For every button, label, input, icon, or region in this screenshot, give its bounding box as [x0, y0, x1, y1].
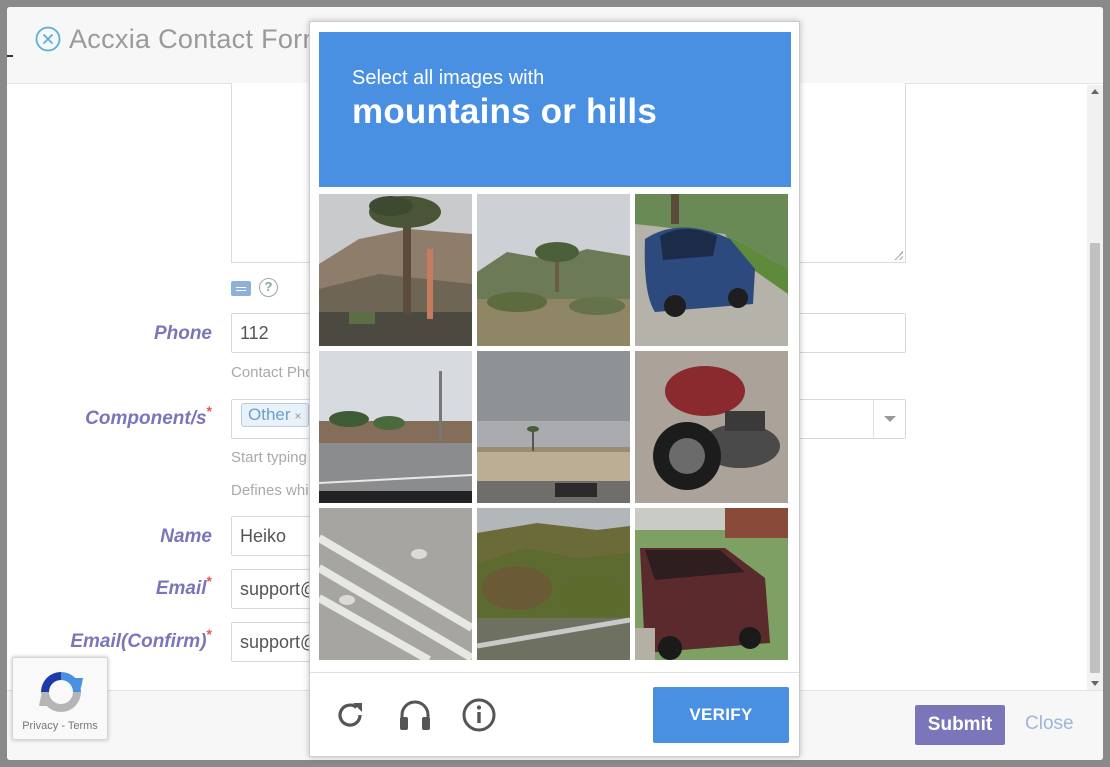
recaptcha-badge[interactable]: Privacy - Terms [12, 657, 108, 740]
captcha-tile-9[interactable] [635, 508, 788, 660]
scroll-up-icon[interactable] [1091, 89, 1099, 94]
chevron-down-icon[interactable] [873, 399, 905, 439]
captcha-tile-7[interactable] [319, 508, 472, 660]
captcha-tile-4[interactable] [319, 351, 472, 503]
captcha-instruction: Select all images with [352, 67, 545, 89]
captcha-tile-3[interactable] [635, 194, 788, 346]
resize-grip-icon[interactable] [894, 251, 903, 260]
captcha-instruction-header: Select all images with mountains or hill… [319, 32, 791, 187]
name-label: Name [160, 526, 212, 547]
verify-button[interactable]: VERIFY [653, 687, 789, 743]
captcha-tile-2[interactable] [477, 194, 630, 346]
component-label: Component/s* [85, 403, 212, 429]
info-icon[interactable] [461, 697, 497, 733]
captcha-target: mountains or hills [352, 92, 658, 131]
headphones-icon[interactable] [397, 697, 433, 733]
phone-label: Phone [153, 323, 212, 344]
tag-remove-icon[interactable]: × [295, 409, 302, 423]
recaptcha-logo-icon [39, 672, 83, 712]
component-tag[interactable]: Other × [241, 403, 309, 427]
email-confirm-label: Email(Confirm)* [70, 626, 212, 652]
submit-button[interactable]: Submit [915, 705, 1005, 745]
reload-icon[interactable] [332, 697, 368, 733]
captcha-tile-5[interactable] [477, 351, 630, 503]
email-label: Email* [155, 573, 212, 599]
privacy-terms-links[interactable]: Privacy - Terms [13, 720, 107, 732]
modal-title: Accxia Contact Form [69, 24, 326, 54]
close-circle-icon[interactable] [35, 26, 61, 52]
captcha-tile-6[interactable] [635, 351, 788, 503]
captcha-image-grid [319, 194, 789, 661]
help-icon[interactable]: ? [259, 278, 278, 297]
captcha-tile-8[interactable] [477, 508, 630, 660]
vertical-scrollbar[interactable] [1087, 85, 1103, 690]
captcha-footer: VERIFY [310, 672, 799, 758]
component-hint: Start typing [231, 449, 307, 466]
text-format-icon[interactable] [231, 281, 251, 296]
scroll-thumb[interactable] [1090, 243, 1100, 673]
close-link[interactable]: Close [1025, 713, 1074, 735]
partial-icon [7, 43, 13, 57]
captcha-challenge: Select all images with mountains or hill… [309, 21, 800, 757]
captcha-tile-1[interactable] [319, 194, 472, 346]
scroll-down-icon[interactable] [1091, 681, 1099, 686]
